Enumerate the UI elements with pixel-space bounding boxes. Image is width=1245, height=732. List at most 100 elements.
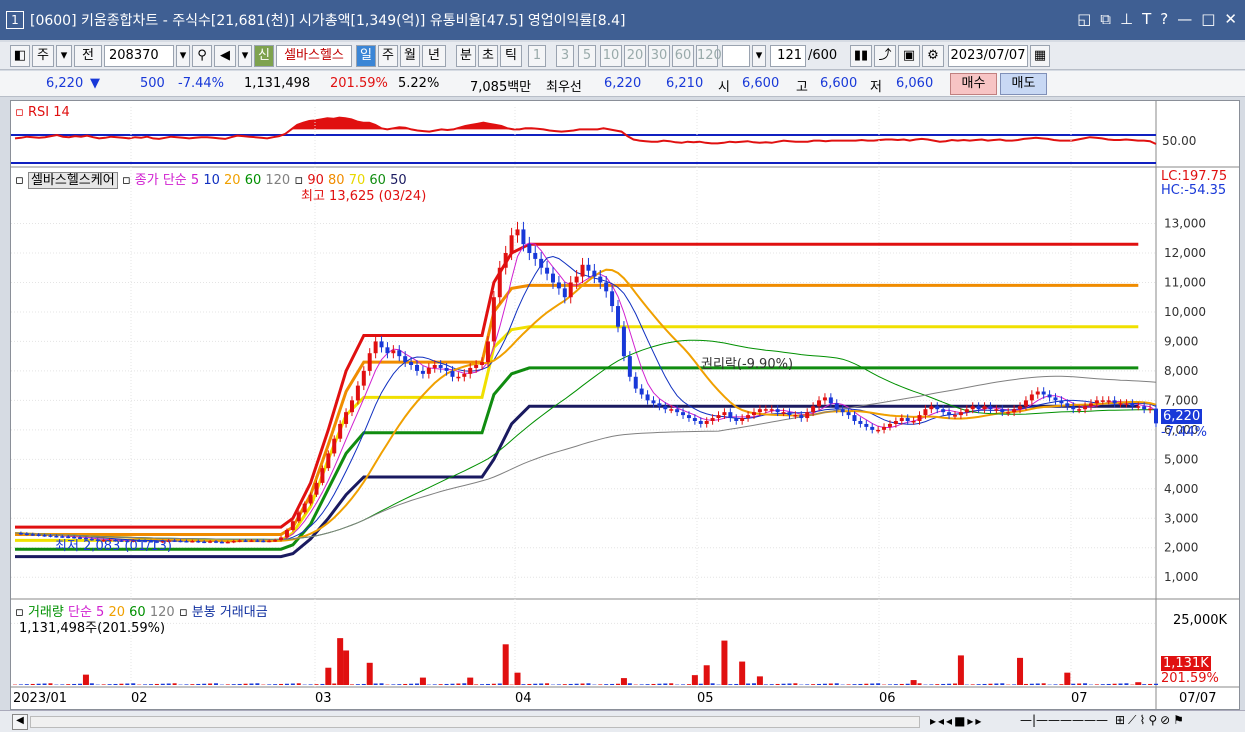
volume-spike-bar — [325, 667, 332, 685]
period-minute[interactable]: 분 — [456, 45, 476, 67]
scrollbar[interactable] — [30, 716, 920, 728]
candle-body — [616, 306, 621, 327]
sell-button[interactable]: 매도 — [1000, 73, 1047, 95]
high-price: 6,600 — [820, 76, 858, 91]
volume-bar — [746, 683, 751, 685]
period-tick[interactable]: 틱 — [500, 45, 522, 67]
volume-bar — [947, 683, 952, 685]
candle-body — [692, 418, 697, 421]
volume-bar — [1053, 684, 1058, 685]
candle-body — [769, 409, 774, 411]
minimize-icon[interactable]: — — [1177, 10, 1192, 28]
interval-1[interactable]: 1 — [528, 45, 546, 67]
window-number: 1 — [6, 11, 24, 29]
candle-body — [497, 267, 502, 298]
candle-body — [1100, 400, 1105, 402]
interval-20[interactable]: 20 — [624, 45, 646, 67]
volume-bar — [686, 684, 691, 685]
scroll-left-icon[interactable]: ◀ — [12, 714, 28, 730]
interval-30[interactable]: 30 — [648, 45, 670, 67]
save-icon[interactable]: ▣ — [898, 45, 920, 67]
help-icon[interactable]: ? — [1160, 10, 1168, 28]
count-input[interactable]: 121 — [770, 45, 806, 67]
period-day[interactable]: 일 — [356, 45, 376, 67]
volume-bar — [976, 684, 981, 685]
volume-bar — [935, 684, 940, 685]
sound-icon[interactable]: ◀ — [214, 45, 236, 67]
interval-input[interactable] — [722, 45, 750, 67]
mode-dropdown-icon[interactable]: ▾ — [56, 45, 72, 67]
ma10-line — [14, 255, 1157, 543]
volume-spike-bar — [82, 674, 89, 685]
price-tick-label: 7,000 — [1164, 393, 1198, 407]
volume-bar — [1112, 683, 1117, 685]
font-icon[interactable]: T — [1142, 10, 1151, 28]
volume-bar — [196, 683, 201, 685]
xaxis-02: 02 — [131, 691, 148, 706]
interval-60[interactable]: 60 — [672, 45, 694, 67]
candle-body — [852, 415, 857, 421]
candle-body — [219, 541, 224, 544]
volume-bar — [645, 684, 650, 685]
candle-body — [781, 412, 786, 414]
candle-body — [734, 418, 739, 421]
candle-settings-icon[interactable]: ▮▮ — [850, 45, 872, 67]
layout-icon[interactable]: ◧ — [10, 45, 30, 67]
volume-bar — [775, 683, 780, 685]
ma-type-label: 종가 단순 — [134, 173, 187, 188]
interval-10[interactable]: 10 — [600, 45, 622, 67]
drawing-tools-icon[interactable]: ⊞⟋⌇⚲⊘⚑ — [1115, 713, 1187, 728]
volume-bar — [1148, 683, 1153, 685]
restore-icon[interactable]: ◱ — [1077, 10, 1091, 28]
volume-bar — [397, 684, 402, 685]
mode-week[interactable]: 주 — [32, 45, 54, 67]
sound-dropdown-icon[interactable]: ▾ — [238, 45, 252, 67]
candle-body — [1088, 403, 1093, 407]
rsi-label: RSI 14 — [27, 105, 70, 120]
code-dropdown-icon[interactable]: ▾ — [176, 45, 190, 67]
playback-controls[interactable]: ▸◂◂■▸▸ — [930, 714, 983, 728]
duplicate-icon[interactable]: ⧉ — [1100, 10, 1111, 28]
volume-bar — [1000, 683, 1005, 685]
candle-body — [474, 365, 479, 368]
stock-code-input[interactable]: 208370 — [104, 45, 174, 67]
price-tick-label: 12,000 — [1164, 246, 1206, 260]
volume-bar — [432, 684, 437, 685]
volume-bar — [202, 683, 207, 685]
close-icon[interactable]: ✕ — [1224, 10, 1237, 28]
maximize-icon[interactable]: □ — [1201, 10, 1215, 28]
candle-body — [657, 403, 662, 407]
chart-area[interactable]: 50.00 13,000 12,000 11,000 10,000 9,000 8,000 7… — [10, 100, 1240, 710]
volume-spike-bar — [691, 675, 698, 685]
candle-body — [196, 540, 201, 543]
period-week[interactable]: 주 — [378, 45, 398, 67]
interval-5[interactable]: 5 — [578, 45, 596, 67]
stock-name[interactable]: 셀바스헬스 — [276, 45, 352, 67]
search-icon[interactable]: ⚲ — [192, 45, 212, 67]
candle-body — [834, 403, 839, 410]
volume-percent: 201.59% — [330, 76, 388, 91]
pin-icon[interactable]: ⊥ — [1120, 10, 1133, 28]
gear-icon[interactable]: ⚙ — [922, 45, 944, 67]
period-month[interactable]: 월 — [400, 45, 420, 67]
interval-120[interactable]: 120 — [696, 45, 722, 67]
candle-body — [1023, 400, 1028, 407]
candle-body — [409, 362, 414, 365]
candle-body — [828, 397, 833, 404]
trendline-icon[interactable]: ⤴ — [874, 45, 896, 67]
candle-body — [1083, 406, 1088, 410]
interval-3[interactable]: 3 — [556, 45, 574, 67]
period-second[interactable]: 초 — [478, 45, 498, 67]
volume-bar — [887, 684, 892, 685]
rsi-overbought-fill — [15, 117, 1156, 130]
date-input[interactable]: 2023/07/07 — [948, 45, 1028, 67]
stock-legend-label[interactable]: 셀바스헬스케어 — [27, 172, 118, 189]
zoom-slider[interactable]: —|—————— — [1020, 713, 1108, 727]
mode-all[interactable]: 전 — [74, 45, 102, 67]
buy-button[interactable]: 매수 — [950, 73, 997, 95]
candle-body — [208, 541, 213, 543]
price-tick-label: 2,000 — [1164, 541, 1198, 555]
interval-dropdown-icon[interactable]: ▾ — [752, 45, 766, 67]
period-year[interactable]: 년 — [422, 45, 446, 67]
calendar-icon[interactable]: ▦ — [1030, 45, 1050, 67]
